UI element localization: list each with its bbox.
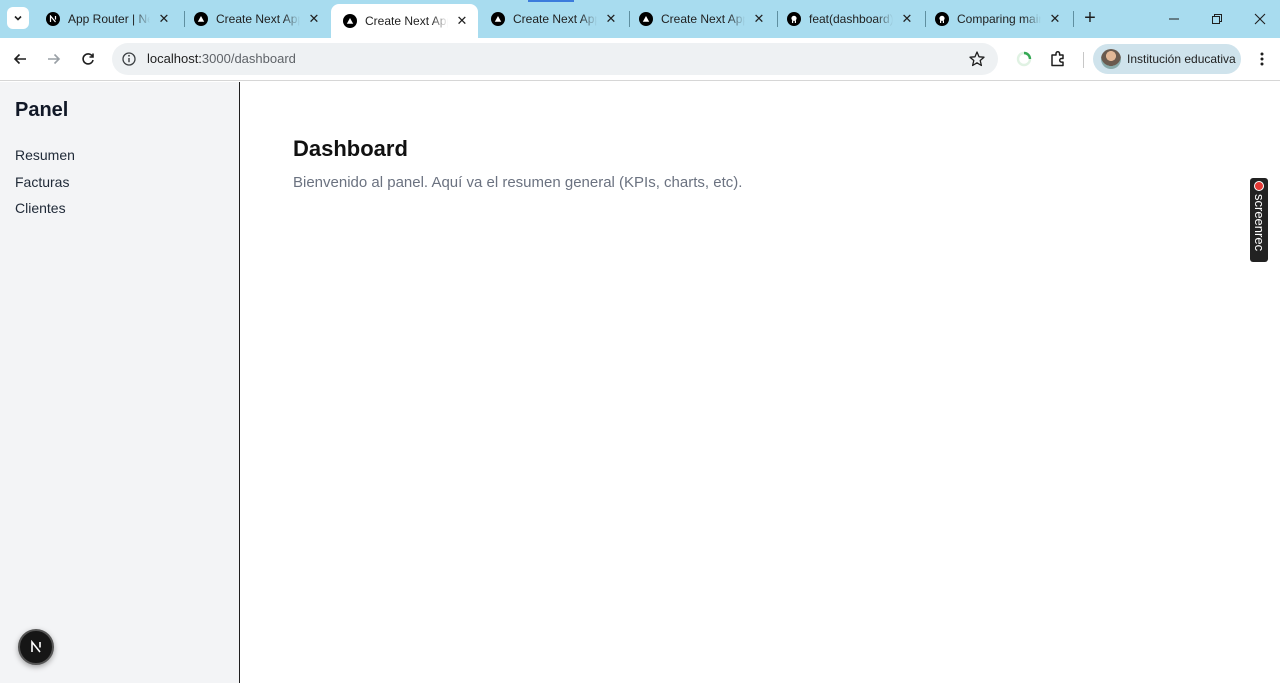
browser-menu-button[interactable] — [1252, 49, 1272, 69]
new-tab-button[interactable]: + — [1080, 8, 1100, 29]
tab-create-next-app-1[interactable]: Create Next App ✕ — [182, 4, 330, 34]
chevron-down-icon — [14, 15, 22, 21]
sidebar-item-resumen[interactable]: Resumen — [15, 147, 75, 174]
profile-label: Institución educativa — [1127, 52, 1236, 66]
screenrec-label: screenrec — [1252, 194, 1267, 252]
nextjs-icon — [31, 640, 41, 653]
tab-title: Create Next App — [513, 12, 597, 26]
restore-icon — [1212, 14, 1222, 24]
restore-button[interactable] — [1206, 8, 1228, 30]
vercel-triangle-icon — [343, 14, 357, 28]
info-icon[interactable] — [121, 51, 137, 67]
reload-icon — [82, 53, 94, 65]
close-icon[interactable]: ✕ — [899, 11, 915, 27]
tab-create-next-app-active[interactable]: Create Next App ✕ — [331, 4, 478, 38]
tab-title: Create Next App — [661, 12, 745, 26]
tab-title: Comparing mair — [957, 12, 1041, 26]
screenrec-widget[interactable]: screenrec — [1250, 178, 1268, 262]
sidebar-nav: Resumen Facturas Clientes — [15, 147, 75, 227]
more-vertical-icon — [1260, 52, 1264, 66]
address-bar[interactable]: localhost:3000/dashboard — [112, 43, 998, 75]
tab-github-comparing[interactable]: Comparing mair ✕ — [923, 4, 1071, 34]
sidebar: Panel Resumen Facturas Clientes — [0, 82, 240, 683]
tab-create-next-app-4[interactable]: Create Next App ✕ — [627, 4, 775, 34]
record-dot-icon — [1254, 181, 1264, 191]
sidebar-brand: Panel — [15, 99, 69, 121]
page-description: Bienvenido al panel. Aquí va el resumen … — [293, 174, 743, 191]
tab-title: feat(dashboard) — [809, 12, 893, 26]
main-content: Dashboard Bienvenido al panel. Aquí va e… — [241, 82, 1280, 683]
bookmark-star-icon[interactable] — [968, 50, 986, 68]
back-button[interactable] — [9, 48, 31, 70]
close-icon[interactable]: ✕ — [603, 11, 619, 27]
sidebar-item-clientes[interactable]: Clientes — [15, 200, 75, 227]
tab-create-next-app-3[interactable]: Create Next App ✕ — [479, 4, 627, 34]
tab-github-feat-dashboard[interactable]: feat(dashboard) ✕ — [775, 4, 923, 34]
vercel-triangle-icon — [194, 12, 208, 26]
close-icon — [1254, 13, 1266, 25]
extensions-puzzle-icon[interactable] — [1048, 49, 1068, 69]
profile-chip[interactable]: Institución educativa — [1093, 44, 1241, 74]
browser-toolbar: localhost:3000/dashboard Institución edu… — [0, 38, 1280, 81]
browser-tabstrip: App Router | Ne ✕ Create Next App ✕ Crea… — [0, 0, 1280, 38]
extension-loading-icon[interactable] — [1014, 49, 1034, 69]
tab-app-router[interactable]: App Router | Ne ✕ — [34, 4, 180, 34]
tab-search-button[interactable] — [7, 7, 29, 29]
web-page: Panel Resumen Facturas Clientes Dashboar… — [0, 82, 1280, 683]
forward-button[interactable] — [43, 48, 65, 70]
tab-loading-indicator — [528, 0, 574, 2]
page-title: Dashboard — [293, 136, 408, 161]
vercel-triangle-icon — [491, 12, 505, 26]
close-icon[interactable]: ✕ — [1047, 11, 1063, 27]
arrow-left-icon — [13, 53, 26, 65]
tab-title: Create Next App — [365, 14, 448, 28]
tab-title: App Router | Ne — [68, 12, 150, 26]
address-path: 3000/dashboard — [201, 51, 296, 66]
close-icon[interactable]: ✕ — [156, 11, 172, 27]
minimize-icon — [1169, 18, 1179, 20]
nextjs-icon — [46, 12, 60, 26]
nextjs-dev-tools-button[interactable] — [18, 629, 54, 665]
github-icon — [787, 12, 801, 26]
close-icon[interactable]: ✕ — [454, 13, 470, 29]
tab-title: Create Next App — [216, 12, 300, 26]
arrow-right-icon — [48, 53, 61, 65]
address-url: localhost:3000/dashboard — [147, 51, 296, 66]
tab-divider — [1073, 11, 1074, 27]
github-icon — [935, 12, 949, 26]
close-window-button[interactable] — [1249, 8, 1271, 30]
close-icon[interactable]: ✕ — [751, 11, 767, 27]
vercel-triangle-icon — [639, 12, 653, 26]
sidebar-item-facturas[interactable]: Facturas — [15, 174, 75, 201]
reload-button[interactable] — [77, 48, 99, 70]
address-host: localhost: — [147, 51, 202, 66]
minimize-button[interactable] — [1163, 8, 1185, 30]
close-icon[interactable]: ✕ — [306, 11, 322, 27]
toolbar-divider — [1083, 52, 1084, 68]
avatar — [1101, 49, 1121, 69]
